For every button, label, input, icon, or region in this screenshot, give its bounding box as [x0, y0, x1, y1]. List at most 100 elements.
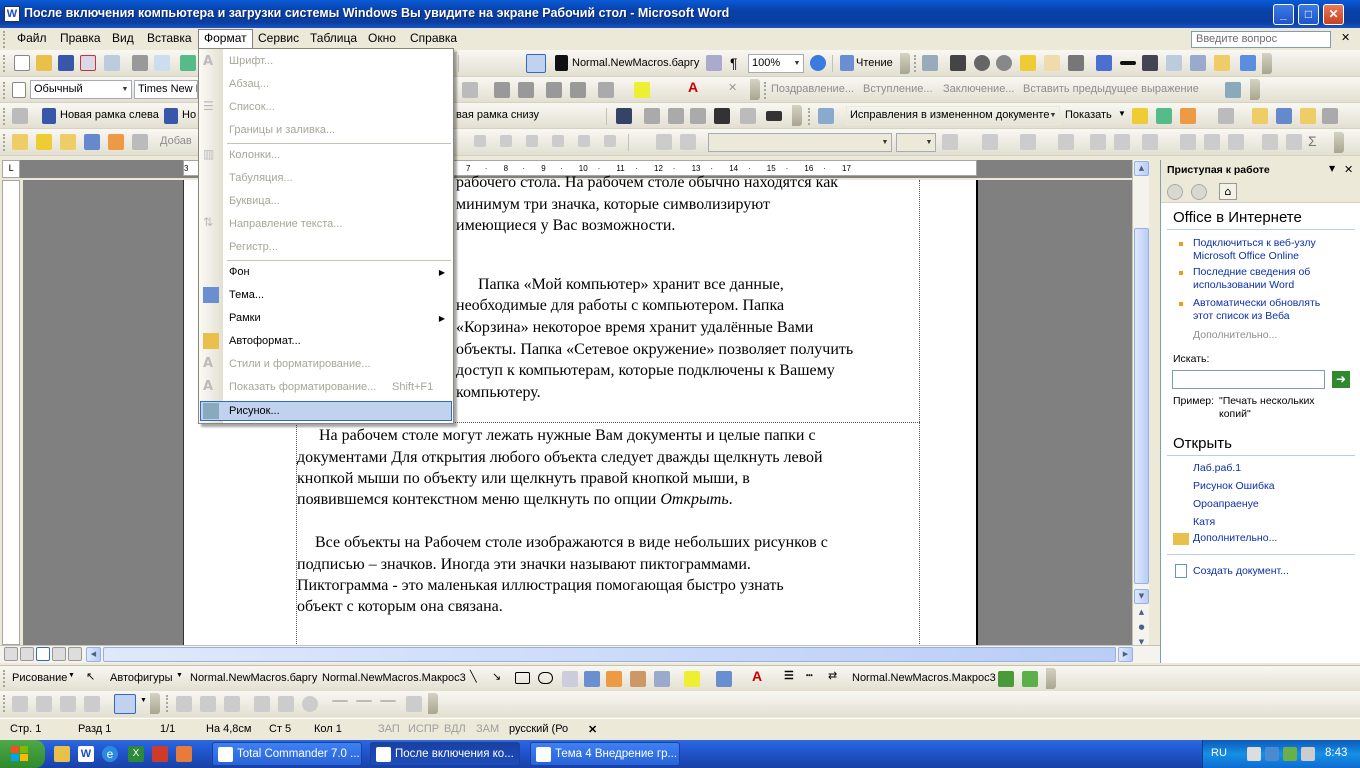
spelling-icon[interactable] [180, 55, 196, 71]
chevron-down-icon[interactable]: ▼ [791, 55, 803, 72]
scroll-left-icon[interactable]: ◀ [86, 647, 101, 662]
greeting-button[interactable]: Вступление... [863, 83, 933, 95]
arrow-icon[interactable]: ↘ [492, 670, 501, 683]
excel-icon[interactable]: X [128, 746, 144, 762]
line-icon[interactable]: ╲ [470, 670, 477, 683]
menu-tools[interactable]: Сервис [258, 31, 299, 45]
tool-icon[interactable] [176, 696, 192, 712]
line-spacing-icon[interactable] [462, 82, 478, 98]
text-wrap-icon[interactable] [1166, 55, 1182, 71]
show-formatting-icon[interactable]: ¶ [730, 55, 738, 71]
toolbar-grip[interactable] [3, 31, 6, 48]
table-combo[interactable]: ▼ [708, 133, 892, 152]
compress-icon[interactable] [1142, 55, 1158, 71]
toolbar-grip[interactable] [914, 55, 917, 72]
numbering-icon[interactable] [494, 82, 510, 98]
macro-button[interactable]: Normal.NewMacros.баргу [572, 57, 699, 69]
wordart-icon[interactable] [584, 671, 600, 687]
accept-change-icon[interactable] [1132, 108, 1148, 124]
font-combo[interactable]: Times New R [134, 80, 198, 99]
font-color-icon[interactable]: A [688, 79, 698, 95]
status-extend[interactable]: ВДЛ [444, 723, 466, 735]
toolbar-grip[interactable] [3, 670, 6, 687]
add-button[interactable]: Добав [160, 135, 192, 147]
tool-icon[interactable] [12, 696, 28, 712]
toolbar-grip[interactable] [808, 108, 811, 125]
table-icon[interactable] [108, 134, 124, 150]
doc-close-icon[interactable]: ✕ [1341, 31, 1350, 44]
style-combo[interactable]: Обычный ▼ [30, 80, 132, 99]
toolbar-grip[interactable] [3, 134, 6, 151]
menu-item-font[interactable]: Шрифт... [229, 55, 273, 67]
delete-frame-icon[interactable] [644, 108, 660, 124]
menu-view[interactable]: Вид [112, 31, 134, 45]
play-icon[interactable] [474, 135, 486, 147]
toolbar-grip[interactable] [3, 55, 6, 72]
previous-page-icon[interactable]: ▲ [1134, 606, 1149, 621]
tab-selector[interactable]: L [2, 160, 20, 178]
forward-icon[interactable] [1191, 184, 1207, 200]
menu-item-theme[interactable]: Тема... [229, 289, 264, 301]
tray-icon[interactable] [1247, 747, 1261, 761]
tool-icon[interactable] [406, 696, 422, 712]
print-preview-icon[interactable] [154, 55, 170, 71]
autosum-icon[interactable]: Σ [1308, 133, 1317, 149]
toolbar-grip[interactable] [3, 82, 6, 99]
chevron-down-icon[interactable]: ▼ [140, 697, 147, 704]
menu-item-reveal-formatting[interactable]: Показать форматирование... [229, 381, 376, 393]
start-button[interactable] [0, 740, 45, 768]
create-document-link[interactable]: Создать документ... [1193, 565, 1289, 578]
arrow-style-icon[interactable]: ⇄ [828, 669, 837, 682]
line-color-icon[interactable] [716, 671, 732, 687]
brightness-icon[interactable] [1020, 55, 1036, 71]
vertical-scrollbar[interactable]: ▲ ▼ ▲ ● ▼ [1132, 160, 1149, 651]
accept-icon[interactable] [1156, 108, 1172, 124]
merge-cells-icon[interactable] [1090, 134, 1106, 150]
menu-item-styles[interactable]: Стили и форматирование... [229, 358, 370, 370]
clock[interactable]: 8:43 [1325, 747, 1347, 759]
back-icon[interactable] [1167, 184, 1183, 200]
highlight-changes-icon[interactable] [1322, 108, 1338, 124]
task-word-other[interactable]: Тема 4 Внедрение гр... [530, 742, 680, 766]
3d-icon[interactable] [1022, 671, 1038, 687]
language-indicator[interactable]: RU [1211, 747, 1227, 759]
recent-file[interactable]: Лаб.раб.1 [1193, 462, 1241, 475]
select-objects-icon[interactable]: ↖ [86, 670, 95, 683]
status-language[interactable]: русский (Ро [509, 723, 568, 735]
toolbar-grip[interactable] [3, 108, 6, 125]
chevron-down-icon[interactable]: ▼ [176, 672, 183, 679]
email-icon[interactable] [104, 55, 120, 71]
scroll-thumb[interactable] [1134, 228, 1149, 584]
table-icon[interactable] [60, 134, 76, 150]
reviewing-pane-icon[interactable] [1300, 108, 1316, 124]
table-combo-2[interactable]: ▼ [896, 133, 936, 152]
toolbar-options-icon[interactable] [900, 53, 910, 74]
increase-indent-icon[interactable] [570, 82, 586, 98]
ie-icon[interactable]: e [102, 746, 118, 762]
link-auto-update[interactable]: Автоматически обновлять этот список из Ве… [1193, 297, 1320, 323]
help-icon[interactable] [810, 55, 826, 71]
table-icon[interactable] [36, 134, 52, 150]
menu-item-dropcap[interactable]: Буквица... [229, 195, 280, 207]
maximize-button[interactable]: □ [1298, 4, 1319, 25]
tool-icon[interactable] [84, 696, 100, 712]
tool-icon[interactable] [36, 696, 52, 712]
toolbar-options-icon[interactable] [1262, 53, 1272, 74]
toolbar-options-icon[interactable] [1334, 132, 1344, 153]
diagram-icon[interactable] [606, 671, 622, 687]
clear-format-icon[interactable]: ✕ [728, 81, 737, 94]
shading-icon[interactable] [1020, 134, 1036, 150]
macro-button[interactable]: Normal.NewMacros.баргу [190, 672, 317, 684]
task-word-active[interactable]: После включения ко... [370, 742, 520, 766]
menu-table[interactable]: Таблица [310, 31, 357, 45]
tool-icon[interactable] [332, 700, 348, 702]
print-icon[interactable] [132, 55, 148, 71]
reviewing-icon[interactable] [818, 108, 834, 124]
web-view-icon[interactable] [20, 647, 34, 661]
new-document-icon[interactable] [14, 55, 30, 71]
table-icon[interactable] [84, 134, 100, 150]
color-icon[interactable] [950, 55, 966, 71]
line-style-icon[interactable]: ☰ [784, 669, 794, 682]
frame-icon[interactable] [690, 108, 706, 124]
access-icon[interactable] [176, 746, 192, 762]
